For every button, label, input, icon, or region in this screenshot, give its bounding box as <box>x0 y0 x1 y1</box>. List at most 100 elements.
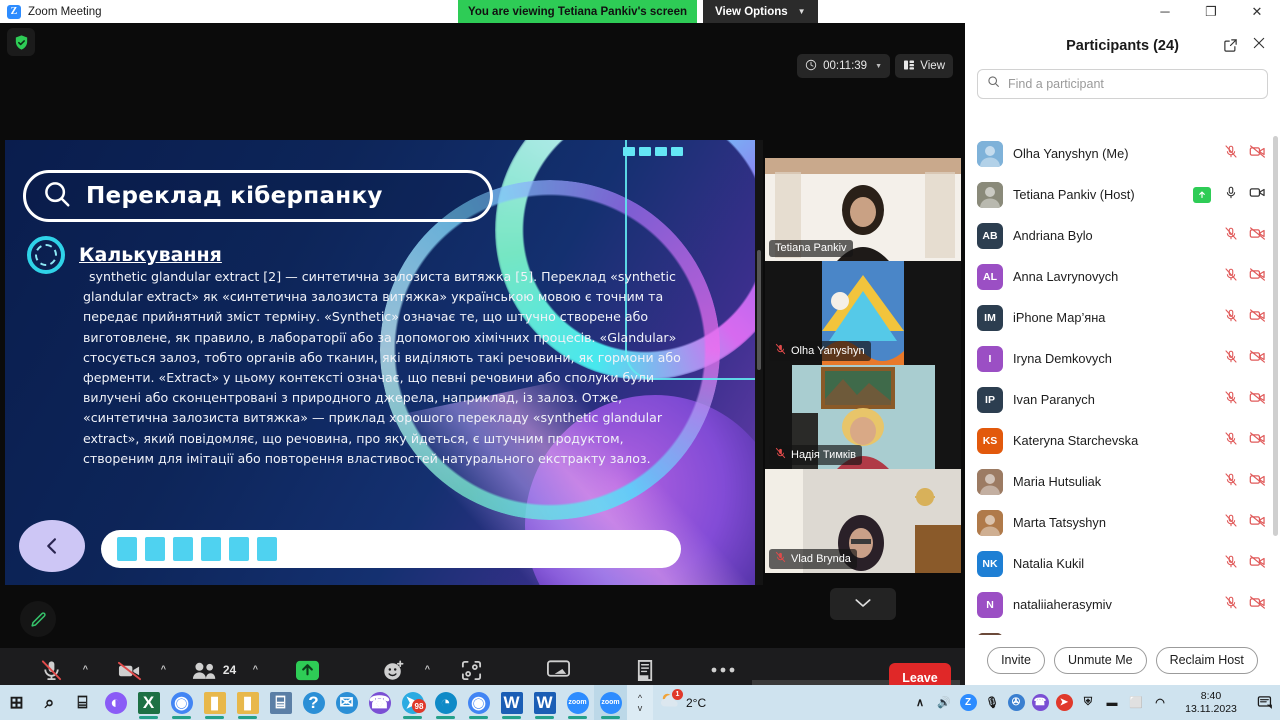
telegram-icon[interactable]: ➤98 <box>396 685 429 720</box>
security-tray-icon[interactable]: ⛨ <box>1076 685 1100 720</box>
mail-icon[interactable]: ✉ <box>330 685 363 720</box>
whiteboard-icon <box>546 658 571 682</box>
meeting-timer[interactable]: 00:11:39 ▼ <box>797 54 890 78</box>
video-off-icon[interactable] <box>1249 144 1266 164</box>
video-tile-active[interactable]: Tetiana Pankiv <box>765 158 961 261</box>
taskbar-overflow-arrows[interactable]: ^ v <box>627 685 653 720</box>
windows-start-icon[interactable]: ⊞ <box>0 685 33 720</box>
word-icon[interactable]: W <box>495 685 528 720</box>
chevron-up-icon[interactable]: ^ <box>161 664 166 674</box>
camera-tray-icon[interactable]: ⬜ <box>1124 685 1148 720</box>
mic-on-icon[interactable] <box>1224 185 1238 205</box>
participant-row[interactable]: Marta Tatsyshyn <box>965 502 1280 543</box>
view-options-button[interactable]: View Options ▼ <box>703 0 818 23</box>
show-more-videos-button[interactable] <box>830 588 896 620</box>
viber-tray-icon[interactable]: ☎ <box>1028 685 1052 720</box>
chrome-icon[interactable]: ◉ <box>165 685 198 720</box>
participant-row[interactable]: KSKateryna Starchevska <box>965 420 1280 461</box>
close-icon[interactable] <box>1252 36 1266 54</box>
annotate-pen-button[interactable] <box>20 601 56 637</box>
participant-row[interactable]: ABAndriana Bylo <box>965 215 1280 256</box>
mic-muted-icon[interactable] <box>1224 390 1238 410</box>
participant-row[interactable]: Olha Yanyshyn (Me) <box>965 133 1280 174</box>
mic-muted-icon[interactable] <box>1224 431 1238 451</box>
video-off-icon[interactable] <box>1249 595 1266 615</box>
telegram-tray-icon[interactable]: ➤ <box>1052 685 1076 720</box>
video-off-icon[interactable] <box>1249 513 1266 533</box>
participant-row[interactable]: Nnataliiaherasymiv <box>965 584 1280 625</box>
participant-row[interactable]: IMiPhone Мар’яна <box>965 297 1280 338</box>
volume-icon[interactable]: 🔊 <box>932 685 956 720</box>
mic-muted-icon[interactable] <box>1224 226 1238 246</box>
video-off-icon[interactable] <box>1249 390 1266 410</box>
taskbar-clock[interactable]: 8:40 13.11.2023 <box>1172 685 1250 720</box>
mic-muted-icon[interactable] <box>1224 308 1238 328</box>
invite-button[interactable]: Invite <box>987 647 1045 674</box>
chevron-up-icon[interactable]: ^ <box>83 664 88 674</box>
mic-muted-icon[interactable] <box>1224 595 1238 615</box>
mic-muted-icon[interactable] <box>1224 144 1238 164</box>
zoom-tray-icon[interactable]: Z <box>956 685 980 720</box>
microsoft-365-icon[interactable]: ◐ <box>99 685 132 720</box>
word-icon[interactable]: W <box>528 685 561 720</box>
participant-row[interactable]: ALAnna Lavrynovych <box>965 256 1280 297</box>
notifications-icon[interactable] <box>1250 685 1280 720</box>
video-off-icon[interactable] <box>1249 431 1266 451</box>
chevron-up-icon[interactable]: ^ <box>253 664 258 674</box>
mic-muted-icon[interactable] <box>1224 267 1238 287</box>
folder-icon[interactable]: ▮ <box>198 685 231 720</box>
participant-row[interactable]: IIryna Demkovych <box>965 338 1280 379</box>
battery-icon[interactable]: ▬ <box>1100 685 1124 720</box>
video-off-icon[interactable] <box>1249 554 1266 574</box>
video-tile[interactable]: Vlad Brynda <box>765 469 961 573</box>
search-participant-field[interactable]: Find a participant <box>977 69 1268 99</box>
video-off-icon[interactable] <box>1249 267 1266 287</box>
screenshot-tray-icon[interactable]: ✇ <box>1004 685 1028 720</box>
video-tile[interactable]: Olha Yanyshyn <box>765 261 961 365</box>
security-shield-icon[interactable] <box>7 28 35 56</box>
view-layout-button[interactable]: View <box>895 54 953 78</box>
zoom-icon[interactable]: zoom <box>594 685 627 720</box>
maximize-restore-button[interactable]: ❐ <box>1188 0 1234 23</box>
calculator-icon[interactable]: ⌸ <box>264 685 297 720</box>
participants-scrollbar[interactable] <box>1273 136 1278 536</box>
slide-previous-button[interactable] <box>19 520 85 572</box>
chrome-icon[interactable]: ◉ <box>462 685 495 720</box>
participant-row[interactable]: NKNatalia Kukil <box>965 543 1280 584</box>
video-off-icon[interactable] <box>1249 349 1266 369</box>
task-view-icon[interactable]: ⌸ <box>66 685 99 720</box>
network-icon[interactable]: ◠ <box>1148 685 1172 720</box>
chevron-up-icon[interactable]: ^ <box>425 664 430 674</box>
unmute-me-button[interactable]: Unmute Me <box>1054 647 1147 674</box>
folder-icon[interactable]: ▮ <box>231 685 264 720</box>
edge-icon[interactable]: ◔ <box>429 685 462 720</box>
close-window-button[interactable]: ✕ <box>1234 0 1280 23</box>
popout-icon[interactable] <box>1223 38 1238 58</box>
minimize-button[interactable]: ─ <box>1142 0 1188 23</box>
video-tile[interactable]: Надія Тимків <box>765 365 961 469</box>
video-off-icon[interactable] <box>1249 472 1266 492</box>
video-off-icon[interactable] <box>1249 308 1266 328</box>
viber-icon[interactable]: ☎ <box>363 685 396 720</box>
mic-muted-icon[interactable] <box>1224 349 1238 369</box>
shared-screen-slide[interactable]: Переклад кіберпанку Калькування syntheti… <box>5 140 755 585</box>
video-off-icon[interactable] <box>1249 226 1266 246</box>
video-on-icon[interactable] <box>1249 185 1266 205</box>
participants-list[interactable]: Olha Yanyshyn (Me)Tetiana Pankiv (Host)A… <box>965 133 1280 653</box>
slide-progress-bar[interactable] <box>101 530 681 568</box>
mic-muted-icon[interactable] <box>1224 554 1238 574</box>
participant-row[interactable]: IPIvan Paranych <box>965 379 1280 420</box>
search-icon[interactable]: ⌕ <box>33 685 66 720</box>
participant-row[interactable]: Maria Hutsuliak <box>965 461 1280 502</box>
show-hidden-icons-chevron[interactable]: ∧ <box>908 685 932 720</box>
shared-screen-scrollbar[interactable] <box>755 140 763 585</box>
mic-muted-icon[interactable] <box>1224 513 1238 533</box>
zoom-icon[interactable]: zoom <box>561 685 594 720</box>
microphone-tray-icon[interactable]: 🎙 <box>980 685 1004 720</box>
taskbar-weather-widget[interactable]: 1 2°C <box>653 692 712 713</box>
help-chat-icon[interactable]: ? <box>297 685 330 720</box>
reclaim-host-button[interactable]: Reclaim Host <box>1156 647 1258 674</box>
participant-row[interactable]: Tetiana Pankiv (Host) <box>965 174 1280 215</box>
excel-icon[interactable]: X <box>132 685 165 720</box>
mic-muted-icon[interactable] <box>1224 472 1238 492</box>
